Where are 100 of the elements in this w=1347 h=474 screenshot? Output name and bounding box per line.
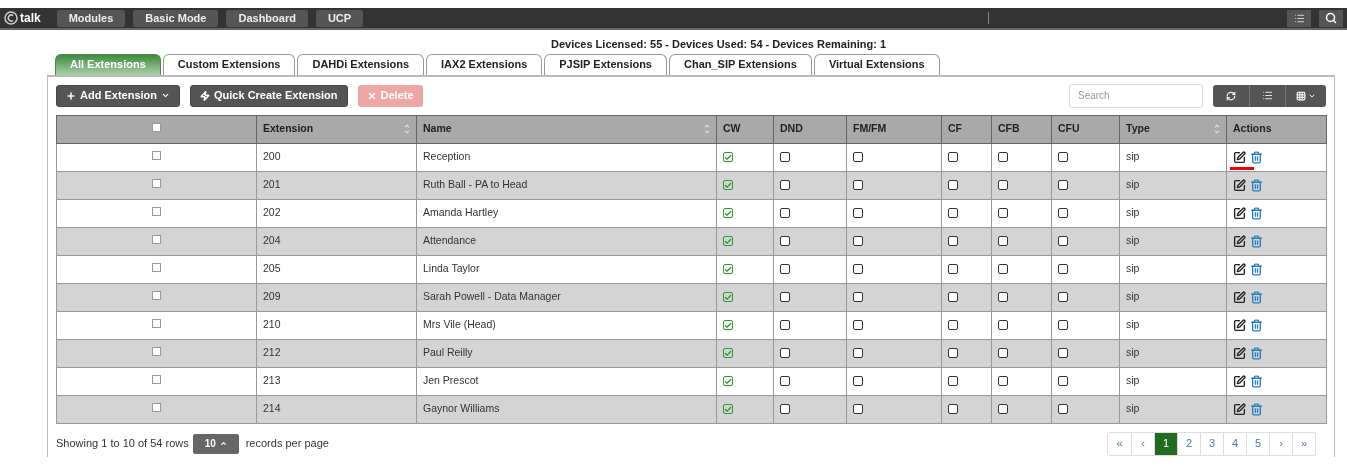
checkbox[interactable] [780, 264, 790, 274]
tab[interactable]: IAX2 Extensions [426, 53, 543, 75]
checkbox[interactable] [723, 264, 733, 274]
checkbox[interactable] [998, 376, 1008, 386]
checkbox[interactable] [853, 152, 863, 162]
checkbox[interactable] [723, 180, 733, 190]
row-checkbox[interactable] [152, 319, 161, 329]
checkbox[interactable] [723, 236, 733, 246]
checkbox[interactable] [998, 264, 1008, 274]
checkbox[interactable] [723, 152, 733, 162]
tab[interactable]: Virtual Extensions [813, 53, 940, 75]
checkbox[interactable] [948, 180, 958, 190]
page-link[interactable]: » [1292, 432, 1315, 455]
checkbox[interactable] [780, 320, 790, 330]
checkbox[interactable] [1058, 348, 1068, 358]
checkbox[interactable] [998, 320, 1008, 330]
checkbox[interactable] [998, 208, 1008, 218]
search-field[interactable]: Search [1069, 83, 1203, 108]
edit-icon[interactable] [1233, 178, 1246, 192]
trash-icon[interactable] [1250, 262, 1263, 276]
row-checkbox[interactable] [152, 347, 161, 357]
edit-icon[interactable] [1233, 290, 1246, 304]
edit-icon[interactable] [1233, 234, 1246, 248]
checkbox[interactable] [723, 404, 733, 414]
checkbox[interactable] [780, 348, 790, 358]
checkbox[interactable] [948, 236, 958, 246]
checkbox[interactable] [1058, 264, 1068, 274]
edit-icon[interactable] [1233, 402, 1246, 416]
checkbox[interactable] [998, 404, 1008, 414]
row-checkbox[interactable] [152, 151, 161, 161]
trash-icon[interactable] [1250, 150, 1263, 164]
column-header[interactable]: Name [416, 115, 717, 143]
trash-icon[interactable] [1250, 206, 1263, 220]
checkbox[interactable] [1058, 320, 1068, 330]
nav-button[interactable]: Dashboard [226, 9, 308, 27]
checkbox[interactable] [723, 376, 733, 386]
checkbox[interactable] [998, 348, 1008, 358]
checkbox[interactable] [1058, 236, 1068, 246]
checkbox[interactable] [1058, 208, 1068, 218]
checkbox[interactable] [948, 320, 958, 330]
checkbox[interactable] [998, 152, 1008, 162]
checkbox[interactable] [853, 236, 863, 246]
language-button[interactable] [1287, 9, 1311, 27]
tab[interactable]: DAHDi Extensions [297, 53, 425, 75]
row-checkbox[interactable] [152, 291, 161, 301]
checkbox[interactable] [853, 292, 863, 302]
checkbox[interactable] [948, 404, 958, 414]
checkbox[interactable] [1058, 152, 1068, 162]
checkbox[interactable] [780, 236, 790, 246]
page-size-button[interactable]: 10 [192, 433, 239, 454]
edit-icon[interactable] [1233, 346, 1246, 360]
checkbox[interactable] [948, 208, 958, 218]
checkbox[interactable] [780, 152, 790, 162]
edit-icon[interactable] [1233, 150, 1246, 164]
row-checkbox[interactable] [152, 263, 161, 273]
checkbox[interactable] [780, 376, 790, 386]
checkbox[interactable] [780, 180, 790, 190]
checkbox[interactable] [723, 292, 733, 302]
column-header[interactable]: Type [1119, 115, 1227, 143]
tab[interactable]: Custom Extensions [162, 53, 296, 75]
checkbox[interactable] [1058, 404, 1068, 414]
checkbox[interactable] [723, 320, 733, 330]
checkbox[interactable] [1058, 180, 1068, 190]
tab[interactable]: PJSIP Extensions [544, 53, 667, 75]
checkbox[interactable] [948, 264, 958, 274]
row-checkbox[interactable] [152, 179, 161, 189]
checkbox[interactable] [948, 292, 958, 302]
column-header[interactable]: Extension [256, 115, 417, 143]
row-checkbox[interactable] [152, 403, 161, 413]
nav-button[interactable]: Basic Mode [133, 9, 219, 27]
checkbox[interactable] [723, 348, 733, 358]
checkbox[interactable] [853, 180, 863, 190]
checkbox[interactable] [998, 180, 1008, 190]
checkbox[interactable] [948, 348, 958, 358]
checkbox[interactable] [1058, 376, 1068, 386]
checkbox[interactable] [1058, 292, 1068, 302]
checkbox[interactable] [998, 236, 1008, 246]
edit-icon[interactable] [1233, 262, 1246, 276]
search-button[interactable] [1319, 9, 1343, 27]
checkbox[interactable] [853, 208, 863, 218]
checkbox[interactable] [853, 404, 863, 414]
checkbox[interactable] [948, 152, 958, 162]
checkbox[interactable] [853, 376, 863, 386]
edit-icon[interactable] [1233, 318, 1246, 332]
page-link[interactable]: 1 [1154, 432, 1177, 455]
edit-icon[interactable] [1233, 374, 1246, 388]
tab[interactable]: Chan_SIP Extensions [669, 53, 812, 75]
quick-create-button[interactable]: Quick Create Extension [190, 84, 348, 107]
row-checkbox[interactable] [152, 375, 161, 385]
row-checkbox[interactable] [152, 207, 161, 217]
edit-icon[interactable] [1233, 206, 1246, 220]
nav-button[interactable]: UCP [315, 9, 364, 27]
header-checkbox[interactable] [152, 123, 161, 133]
checkbox[interactable] [723, 208, 733, 218]
checkbox[interactable] [780, 208, 790, 218]
trash-icon[interactable] [1250, 318, 1263, 332]
checkbox[interactable] [948, 376, 958, 386]
checkbox[interactable] [780, 404, 790, 414]
checkbox[interactable] [853, 348, 863, 358]
checkbox[interactable] [998, 292, 1008, 302]
